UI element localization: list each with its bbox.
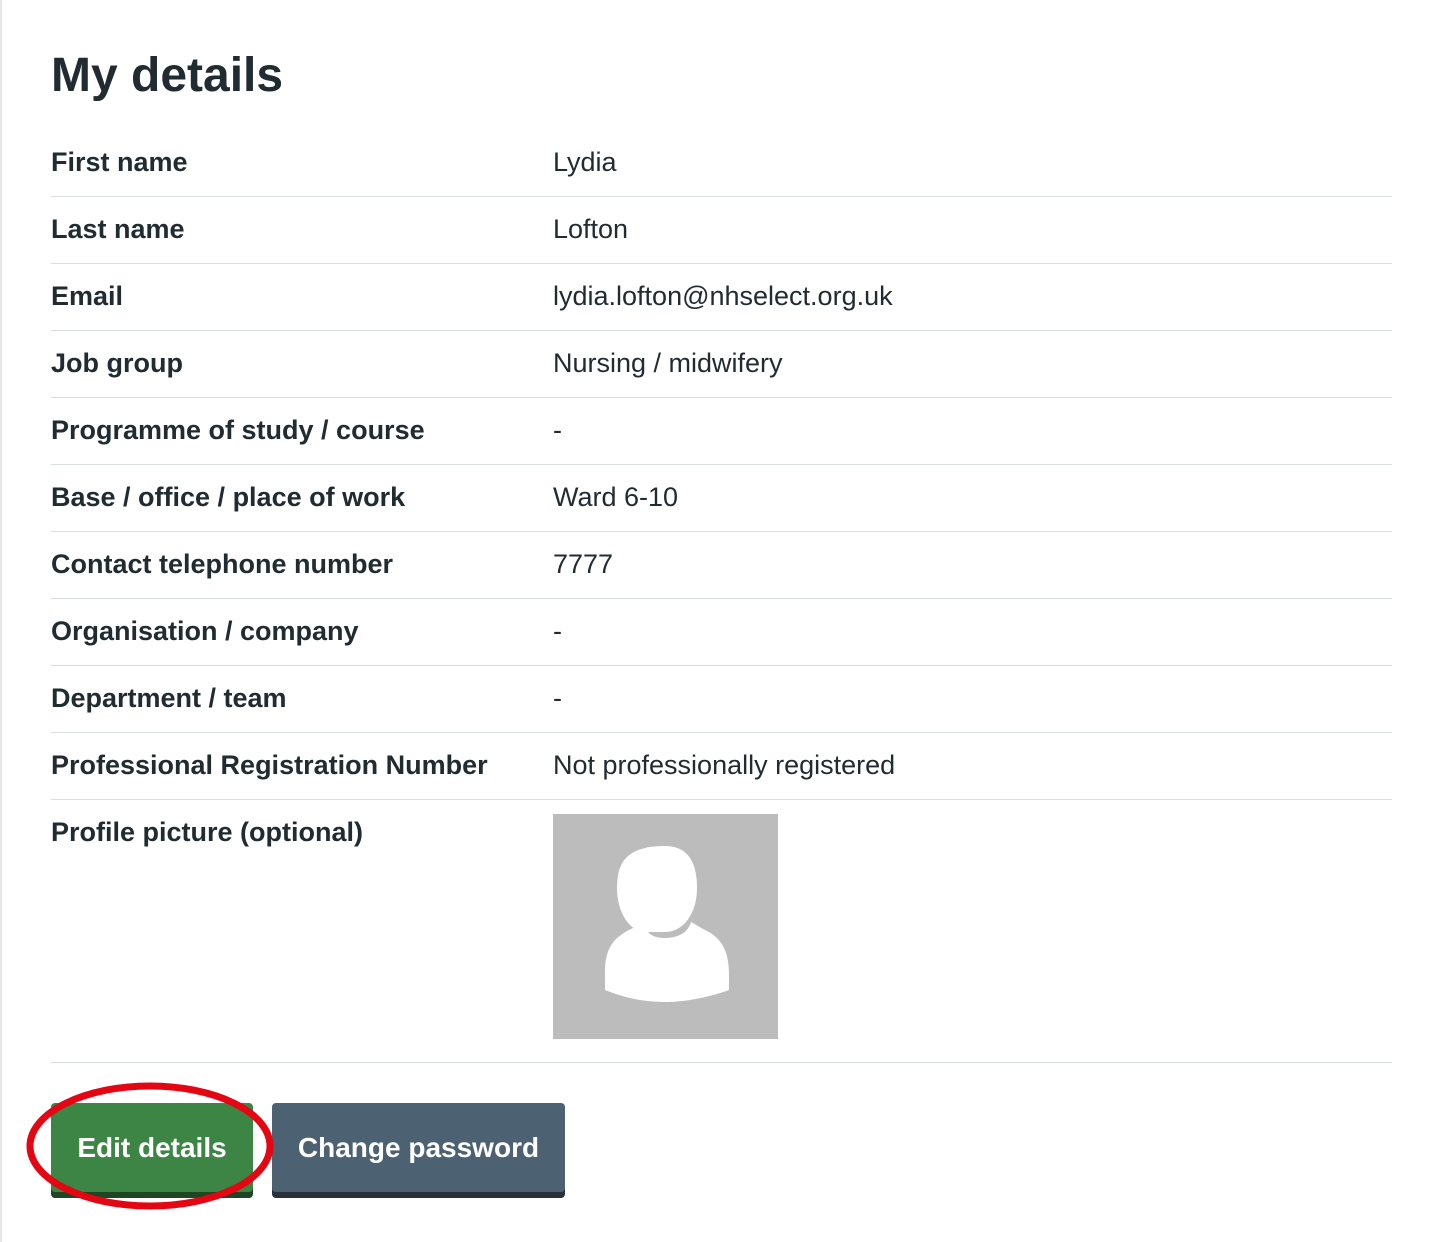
detail-value: - — [553, 415, 562, 445]
detail-row-last-name: Last name Lofton — [51, 197, 1392, 264]
detail-row-email: Email lydia.lofton@nhselect.org.uk — [51, 264, 1392, 331]
detail-row-first-name: First name Lydia — [51, 130, 1392, 197]
detail-value: Ward 6-10 — [553, 482, 679, 512]
detail-value: Not professionally registered — [553, 750, 896, 780]
detail-label: Job group — [51, 348, 183, 378]
detail-row-registration: Professional Registration Number Not pro… — [51, 733, 1392, 800]
detail-value: - — [553, 616, 562, 646]
detail-value: lydia.lofton@nhselect.org.uk — [553, 281, 893, 311]
detail-label: Base / office / place of work — [51, 482, 406, 512]
detail-value: Lydia — [553, 147, 617, 177]
page-title: My details — [51, 49, 284, 102]
detail-row-job-group: Job group Nursing / midwifery — [51, 331, 1392, 398]
detail-label: Organisation / company — [51, 616, 359, 646]
detail-value: 7777 — [553, 549, 614, 579]
page-left-border — [0, 0, 2, 1242]
detail-label: Department / team — [51, 683, 287, 713]
detail-label: First name — [51, 147, 188, 177]
detail-label: Programme of study / course — [51, 415, 425, 445]
detail-label: Professional Registration Number — [51, 750, 488, 780]
detail-value: - — [553, 683, 562, 713]
detail-row-profile-picture: Profile picture (optional) — [51, 800, 1392, 1063]
detail-row-department: Department / team - — [51, 666, 1392, 733]
detail-label: Contact telephone number — [51, 549, 394, 579]
detail-row-telephone: Contact telephone number 7777 — [51, 532, 1392, 599]
detail-value: Lofton — [553, 214, 629, 244]
detail-row-base: Base / office / place of work Ward 6-10 — [51, 465, 1392, 532]
detail-row-programme: Programme of study / course - — [51, 398, 1392, 465]
default-avatar-icon — [605, 846, 729, 1002]
edit-details-button[interactable]: Edit details — [51, 1103, 253, 1192]
details-summary-list: First name Lydia Last name Lofton Email … — [51, 130, 1392, 1063]
detail-label: Last name — [51, 214, 185, 244]
change-password-button[interactable]: Change password — [272, 1103, 565, 1192]
detail-value: Nursing / midwifery — [553, 348, 783, 378]
detail-label: Profile picture (optional) — [51, 817, 364, 847]
profile-picture — [553, 814, 778, 1039]
detail-row-organisation: Organisation / company - — [51, 599, 1392, 666]
detail-label: Email — [51, 281, 124, 311]
